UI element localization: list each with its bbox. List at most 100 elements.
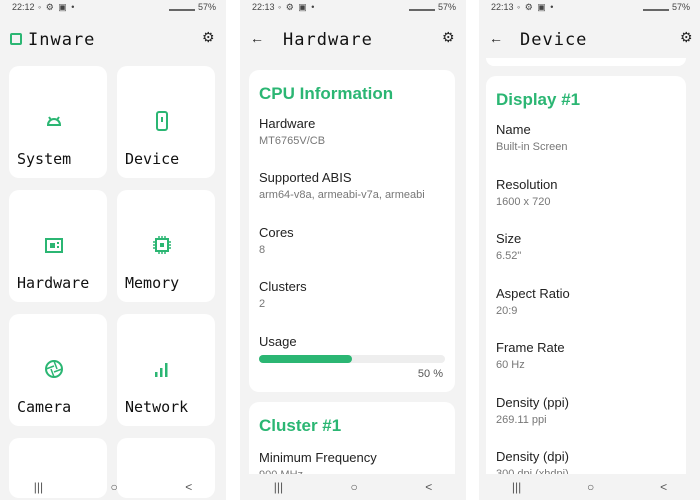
info-row: Frame Rate 60 Hz <box>496 340 565 371</box>
info-row: Resolution 1600 x 720 <box>496 177 557 208</box>
row-label: Clusters <box>259 279 307 294</box>
page-title: Device <box>520 30 588 50</box>
row-label: Cores <box>259 225 294 240</box>
status-time: 22:13 <box>252 2 275 12</box>
status-bar: 22:13 ◦ ⚙ ▣ • 57% <box>240 0 466 16</box>
tile-label: Memory <box>125 274 180 292</box>
tile-label: Camera <box>17 398 72 416</box>
usage-progress-fill <box>259 355 352 363</box>
row-label: Density (dpi) <box>496 449 569 464</box>
row-label: Name <box>496 122 531 137</box>
usage-progress-bar <box>259 355 445 363</box>
system-nav-bar: ||| ○ < <box>0 474 226 500</box>
info-row: Aspect Ratio 20:9 <box>496 286 570 317</box>
row-label: Usage <box>259 334 297 349</box>
recent-apps-button[interactable]: ||| <box>34 480 43 494</box>
back-arrow-icon[interactable]: ← <box>489 30 503 46</box>
row-value: 6.52" <box>496 250 522 262</box>
row-value: 1600 x 720 <box>496 196 551 208</box>
tile-network[interactable]: Network <box>117 314 215 426</box>
app-bar: ← Hardware ⚙ <box>240 24 466 58</box>
card-title: Cluster #1 <box>259 416 342 435</box>
tile-label: System <box>17 150 72 168</box>
signal-icon <box>168 3 195 11</box>
battery-text: 57% <box>437 2 456 12</box>
status-time: 22:12 <box>12 2 35 12</box>
system-nav-bar: ||| ○ < <box>479 474 700 500</box>
gear-icon[interactable]: ⚙ <box>442 30 456 44</box>
tile-camera[interactable]: Camera <box>9 314 107 426</box>
row-label: Minimum Frequency <box>259 450 377 465</box>
row-value: 8 <box>259 244 266 256</box>
chip-icon <box>153 236 171 254</box>
row-label: Resolution <box>496 177 558 192</box>
cpu-card: CPU Information Hardware MT6765V/CB Supp… <box>249 70 455 392</box>
card-title: CPU Information <box>259 84 394 103</box>
card-title: Display #1 <box>496 90 581 109</box>
home-button[interactable]: ○ <box>351 480 358 494</box>
status-icons: ◦ ⚙ ▣ • <box>38 2 76 12</box>
row-value: MT6765V/CB <box>259 135 326 147</box>
android-icon <box>46 116 62 126</box>
info-row: Supported ABIS arm64-v8a, armeabi-v7a, a… <box>259 170 425 201</box>
row-value: 2 <box>259 298 266 310</box>
row-label: Supported ABIS <box>259 170 352 185</box>
status-bar: 22:13 ◦ ⚙ ▣ • 57% <box>479 0 700 16</box>
row-value: 60 Hz <box>496 359 525 371</box>
info-row: Size 6.52" <box>496 231 521 262</box>
tile-hardware[interactable]: Hardware <box>9 190 107 302</box>
home-button[interactable]: ○ <box>111 480 118 494</box>
status-icons: ◦ ⚙ ▣ • <box>517 2 555 12</box>
signal-icon <box>155 363 168 377</box>
tile-label: Hardware <box>17 274 90 292</box>
usage-percent: 50 % <box>417 368 443 380</box>
tile-system[interactable]: System <box>9 66 107 178</box>
row-value: 269.11 ppi <box>496 414 547 426</box>
signal-icon <box>408 3 435 11</box>
row-label: Frame Rate <box>496 340 565 355</box>
tile-label: Network <box>125 398 189 416</box>
recent-apps-button[interactable]: ||| <box>512 480 521 494</box>
back-arrow-icon[interactable]: ← <box>250 30 264 46</box>
app-title: Inware <box>28 30 96 50</box>
row-label: Aspect Ratio <box>496 286 570 301</box>
row-value: arm64-v8a, armeabi-v7a, armeabi <box>259 189 425 201</box>
usage-row: Usage <box>259 334 297 349</box>
page-title: Hardware <box>283 30 373 50</box>
board-icon <box>45 238 63 253</box>
device-screen: 22:13 ◦ ⚙ ▣ • 57% ← Device ⚙ Display #1 … <box>479 0 700 500</box>
tile-device[interactable]: Device <box>117 66 215 178</box>
info-row: Clusters 2 <box>259 279 307 310</box>
system-nav-bar: ||| ○ < <box>240 474 466 500</box>
gear-icon[interactable]: ⚙ <box>202 30 216 44</box>
aperture-icon <box>45 360 63 378</box>
app-bar: Inware ⚙ <box>0 24 226 58</box>
display-card: Display #1 Name Built-in Screen Resoluti… <box>486 76 686 496</box>
home-screen: 22:12 ◦ ⚙ ▣ • 57% Inware ⚙ System Device <box>0 0 226 500</box>
back-button[interactable]: < <box>425 480 432 494</box>
info-row: Hardware MT6765V/CB <box>259 116 325 147</box>
signal-icon <box>642 3 669 11</box>
app-bar: ← Device ⚙ <box>479 24 700 58</box>
battery-text: 57% <box>671 2 690 12</box>
row-label: Density (ppi) <box>496 395 569 410</box>
back-button[interactable]: < <box>185 480 192 494</box>
row-label: Size <box>496 231 522 246</box>
chip-icon <box>10 33 22 45</box>
info-row: Name Built-in Screen <box>496 122 568 153</box>
previous-card-edge <box>486 58 686 66</box>
gear-icon[interactable]: ⚙ <box>680 30 694 44</box>
status-time: 22:13 <box>491 2 514 12</box>
phone-icon <box>156 111 168 131</box>
tile-memory[interactable]: Memory <box>117 190 215 302</box>
row-value: Built-in Screen <box>496 141 568 153</box>
status-bar: 22:12 ◦ ⚙ ▣ • 57% <box>0 0 226 16</box>
back-button[interactable]: < <box>660 480 667 494</box>
info-row: Density (ppi) 269.11 ppi <box>496 395 569 426</box>
row-value: 20:9 <box>496 305 518 317</box>
info-row: Cores 8 <box>259 225 294 256</box>
recent-apps-button[interactable]: ||| <box>274 480 283 494</box>
battery-text: 57% <box>197 2 216 12</box>
home-button[interactable]: ○ <box>587 480 594 494</box>
status-icons: ◦ ⚙ ▣ • <box>278 2 316 12</box>
